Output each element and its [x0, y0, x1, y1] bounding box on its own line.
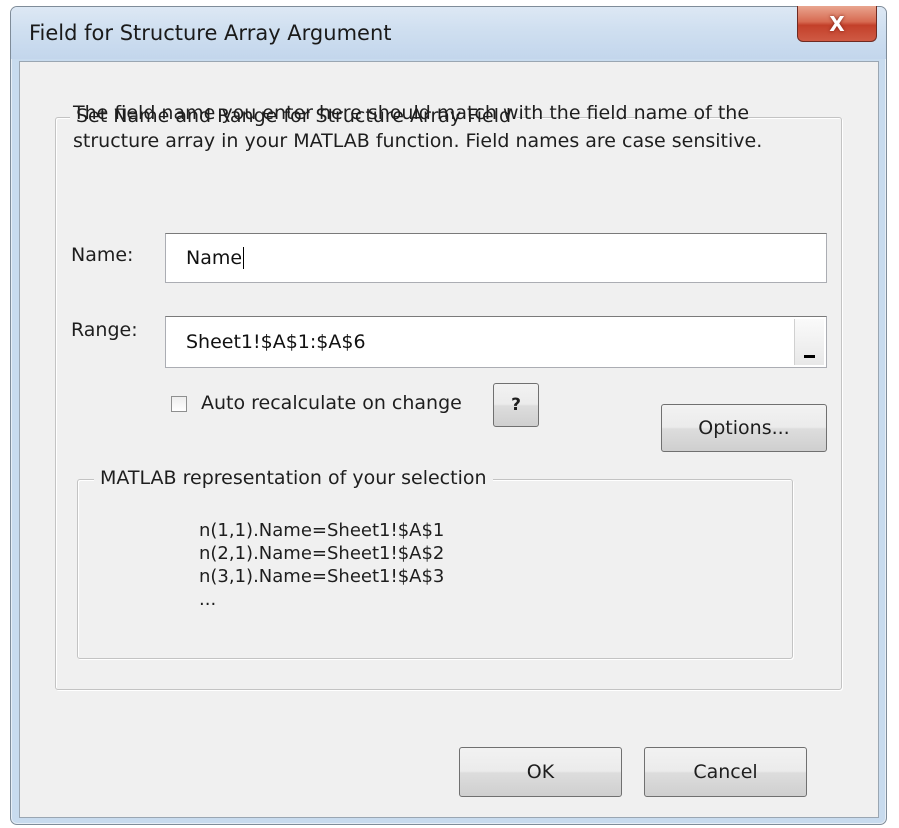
options-button-label: Options... — [698, 417, 790, 439]
dialog-window: Field for Structure Array Argument X Set… — [10, 6, 887, 825]
cancel-button-label: Cancel — [693, 761, 758, 783]
range-input-value: Sheet1!$A$1:$A$6 — [186, 331, 366, 353]
text-caret — [243, 247, 245, 269]
collapse-dialog-icon — [804, 355, 815, 358]
ok-button-label: OK — [526, 761, 555, 783]
matlab-line: n(3,1).Name=Sheet1!$A$3 — [199, 566, 445, 587]
name-input-value: Name — [186, 247, 243, 269]
ok-button[interactable]: OK — [459, 747, 622, 797]
matlab-preview: n(1,1).Name=Sheet1!$A$1 n(2,1).Name=Shee… — [199, 519, 444, 611]
help-button[interactable]: ? — [493, 383, 539, 427]
name-label: Name: — [71, 244, 134, 266]
dialog-title: Field for Structure Array Argument — [29, 21, 392, 45]
close-icon: X — [829, 11, 845, 36]
name-input[interactable]: Name — [165, 233, 827, 283]
range-select-button[interactable] — [794, 319, 824, 365]
matlab-line: ... — [199, 589, 217, 610]
help-icon: ? — [511, 395, 521, 415]
matlab-line: n(1,1).Name=Sheet1!$A$1 — [199, 520, 445, 541]
auto-recalculate-label: Auto recalculate on change — [201, 392, 462, 414]
matlab-representation-legend: MATLAB representation of your selection — [94, 467, 493, 489]
auto-recalculate-checkbox[interactable] — [171, 396, 187, 412]
title-bar[interactable]: Field for Structure Array Argument X — [11, 6, 886, 59]
range-input[interactable]: Sheet1!$A$1:$A$6 — [165, 316, 827, 368]
cancel-button[interactable]: Cancel — [644, 747, 807, 797]
options-button[interactable]: Options... — [661, 404, 827, 452]
close-button[interactable]: X — [797, 6, 877, 42]
matlab-line: n(2,1).Name=Sheet1!$A$2 — [199, 543, 445, 564]
description-text: The field name you enter here should mat… — [73, 102, 763, 152]
range-label: Range: — [71, 319, 138, 341]
